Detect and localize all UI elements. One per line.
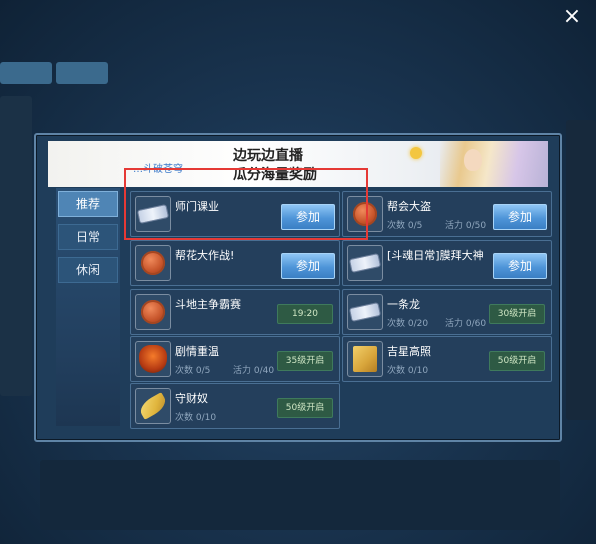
join-button[interactable]: 参加 [493, 253, 547, 279]
close-button[interactable]: × [560, 6, 584, 30]
activity-card-banghui[interactable]: 帮会大盗 次数 0/5 活力 0/50 参加 [342, 191, 552, 237]
activity-count: 次数 0/10 [387, 366, 429, 376]
activity-name: 帮花大作战! [175, 249, 235, 262]
background-panel [566, 120, 596, 420]
activity-name: 帮会大盗 [387, 200, 431, 213]
activity-count: 次数 0/5 [387, 221, 423, 231]
activity-card-shimen[interactable]: 师门课业 参加 [130, 191, 340, 237]
activity-name: 一条龙 [387, 298, 420, 311]
promo-banner[interactable]: …斗破苍穹 边玩边直播 瓜分海量奖励 [48, 141, 548, 187]
ticket-icon [347, 294, 383, 330]
activity-count: 次数 0/10 [175, 413, 217, 423]
tab-recommended[interactable]: 推荐 [58, 191, 118, 217]
ticket-icon [347, 245, 383, 281]
time-badge: 19:20 [277, 304, 333, 324]
activity-name: 守财奴 [175, 392, 208, 405]
activity-card-jixing[interactable]: 吉星高照 次数 0/10 50级开启 [342, 336, 552, 382]
join-button[interactable]: 参加 [281, 204, 335, 230]
banner-logo: …斗破苍穹 [133, 164, 183, 175]
level-badge: 50级开启 [277, 398, 333, 418]
activity-card-mobai[interactable]: [斗魂日常]膜拜大神 参加 [342, 240, 552, 286]
tab-daily[interactable]: 日常 [58, 224, 118, 250]
background-panel [0, 96, 32, 396]
scroll-icon [347, 341, 383, 377]
activity-card-banghua[interactable]: 帮花大作战! 参加 [130, 240, 340, 286]
sun-icon [410, 147, 422, 159]
coin-icon [135, 294, 171, 330]
activity-name: 剧情重温 [175, 345, 219, 358]
activity-card-doudizhu[interactable]: 斗地主争霸赛 19:20 [130, 289, 340, 335]
tab-casual[interactable]: 休闲 [58, 257, 118, 283]
background-panel [0, 62, 52, 84]
background-panel [40, 460, 560, 530]
activity-name: 斗地主争霸赛 [175, 298, 241, 311]
activity-name: 吉星高照 [387, 345, 431, 358]
activity-vigor: 活力 0/50 [445, 221, 487, 231]
activity-count: 次数 0/20 [387, 319, 429, 329]
join-button[interactable]: 参加 [493, 204, 547, 230]
activity-vigor: 活力 0/60 [445, 319, 487, 329]
activity-card-juqing[interactable]: 剧情重温 次数 0/5 活力 0/40 35级开启 [130, 336, 340, 382]
activity-vigor: 活力 0/40 [233, 366, 275, 376]
leaf-icon [135, 388, 171, 424]
coin-icon [135, 245, 171, 281]
level-badge: 35级开启 [277, 351, 333, 371]
coin-icon [347, 196, 383, 232]
mask-icon [135, 341, 171, 377]
level-badge: 50级开启 [489, 351, 545, 371]
background-panel [56, 62, 108, 84]
level-badge: 30级开启 [489, 304, 545, 324]
character-artwork [440, 141, 548, 187]
activity-name: 师门课业 [175, 200, 219, 213]
activity-card-shoucainu[interactable]: 守财奴 次数 0/10 50级开启 [130, 383, 340, 429]
character-face [464, 149, 482, 171]
banner-subheadline: 瓜分海量奖励 [233, 167, 317, 183]
activity-card-yitiaolong[interactable]: 一条龙 次数 0/20 活力 0/60 30级开启 [342, 289, 552, 335]
activity-name: [斗魂日常]膜拜大神 [387, 249, 484, 262]
banner-headline: 边玩边直播 [233, 148, 303, 164]
ticket-icon [135, 196, 171, 232]
activity-count: 次数 0/5 [175, 366, 211, 376]
join-button[interactable]: 参加 [281, 253, 335, 279]
